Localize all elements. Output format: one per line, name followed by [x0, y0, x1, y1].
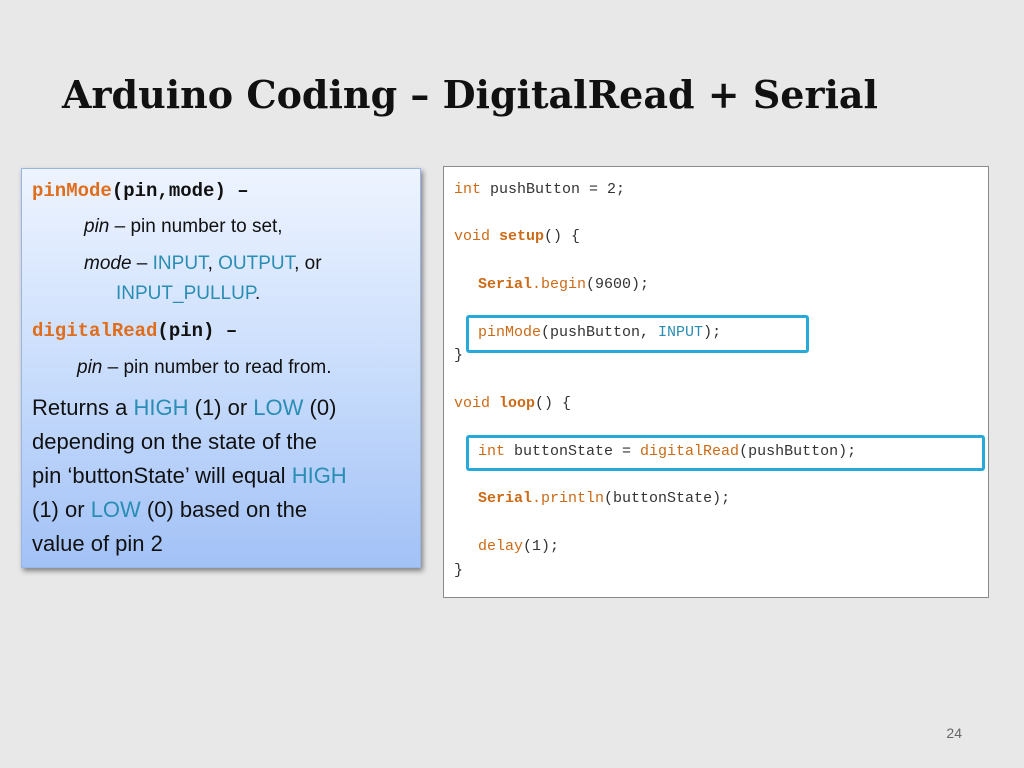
code-panel: int pushButton = 2; void setup() { Seria… — [443, 166, 989, 598]
returns-line-3-text: pin ‘buttonState’ will equal — [32, 463, 292, 488]
pinmode-args: (pin,mode) — [111, 180, 226, 202]
read-pin-desc: – pin number to read from. — [102, 357, 332, 378]
code-line-6: void loop() { — [454, 394, 571, 414]
returns-line-4-text: (1) or — [32, 497, 91, 522]
digitalread-highlight-box — [466, 435, 985, 471]
description-panel: pinMode(pin,mode) – pin – pin number to … — [21, 168, 421, 568]
one-or-text: (1) or — [188, 395, 254, 420]
code-text: (buttonState); — [604, 490, 731, 507]
pinmode-mode-param-cont: INPUT_PULLUP. — [32, 279, 408, 309]
mode-param-sep: – — [131, 253, 153, 274]
code-text: () { — [535, 395, 572, 412]
mode-period: . — [255, 283, 261, 304]
mode-param-label: mode — [84, 253, 132, 274]
code-dot: . — [532, 490, 542, 507]
low-constant: LOW — [253, 395, 304, 420]
returns-line-2: depending on the state of the — [32, 425, 408, 459]
mode-or: , or — [294, 253, 322, 274]
code-class: Serial — [478, 490, 533, 507]
code-line-10: } — [454, 561, 463, 581]
read-pin-label: pin — [77, 357, 103, 378]
pin-param-desc: – pin number to set, — [109, 216, 283, 237]
code-dot: . — [532, 276, 542, 293]
zero-text: (0) — [303, 395, 337, 420]
returns-line-4: (1) or LOW (0) based on the — [32, 493, 408, 527]
code-keyword: void — [454, 395, 491, 412]
code-text: pushButton = 2; — [481, 181, 626, 198]
code-line-3: Serial.begin(9600); — [478, 275, 649, 295]
returns-line-2-text: depending on the state of the — [32, 429, 318, 454]
returns-line-5-text: value of pin 2 — [32, 531, 163, 556]
code-line-5: } — [454, 346, 463, 366]
digitalread-dash: – — [214, 320, 238, 342]
high-constant-2: HIGH — [291, 463, 347, 488]
returns-line-3: pin ‘buttonState’ will equal HIGH — [32, 459, 408, 493]
returns-line-4-end: (0) based on the — [140, 497, 308, 522]
code-function: loop — [499, 395, 536, 412]
pinmode-dash: – — [225, 180, 249, 202]
pinmode-heading: pinMode(pin,mode) – — [32, 177, 408, 205]
code-line-9: delay(1); — [478, 537, 559, 557]
code-function: delay — [478, 538, 524, 555]
page-number: 24 — [946, 725, 962, 741]
mode-comma: , — [207, 253, 213, 274]
code-text: () { — [544, 228, 581, 245]
digitalread-function-name: digitalRead — [32, 320, 158, 342]
code-line-1: int pushButton = 2; — [454, 180, 625, 200]
returns-line-5: value of pin 2 — [32, 527, 408, 561]
code-keyword: int — [454, 181, 482, 198]
code-line-2: void setup() { — [454, 227, 580, 247]
mode-input-pullup-constant: INPUT_PULLUP — [116, 283, 256, 304]
slide-title: Arduino Coding – DigitalRead + Serial — [62, 72, 878, 117]
code-method: println — [541, 490, 605, 507]
code-text: } — [454, 562, 464, 579]
digitalread-pin-param: pin – pin number to read from. — [32, 353, 408, 383]
pinmode-mode-param: mode – INPUT, OUTPUT, or — [32, 249, 408, 279]
pin-param-label: pin — [84, 216, 110, 237]
pinmode-pin-param: pin – pin number to set, — [32, 212, 408, 242]
high-constant: HIGH — [133, 395, 189, 420]
low-constant-2: LOW — [90, 497, 141, 522]
code-class: Serial — [478, 276, 533, 293]
pinmode-highlight-box — [466, 315, 809, 353]
code-text: (1); — [523, 538, 560, 555]
pinmode-function-name: pinMode — [32, 180, 112, 202]
code-function: setup — [499, 228, 545, 245]
code-method: begin — [541, 276, 587, 293]
mode-output-constant: OUTPUT — [218, 253, 295, 274]
digitalread-args: (pin) — [157, 320, 215, 342]
code-keyword: void — [454, 228, 491, 245]
mode-input-constant: INPUT — [152, 253, 208, 274]
digitalread-heading: digitalRead(pin) – — [32, 317, 408, 345]
code-text: (9600); — [586, 276, 650, 293]
code-text: } — [454, 347, 464, 364]
returns-line-1: Returns a HIGH (1) or LOW (0) — [32, 391, 408, 425]
returns-text: Returns a — [32, 395, 134, 420]
code-line-8: Serial.println(buttonState); — [478, 489, 730, 509]
